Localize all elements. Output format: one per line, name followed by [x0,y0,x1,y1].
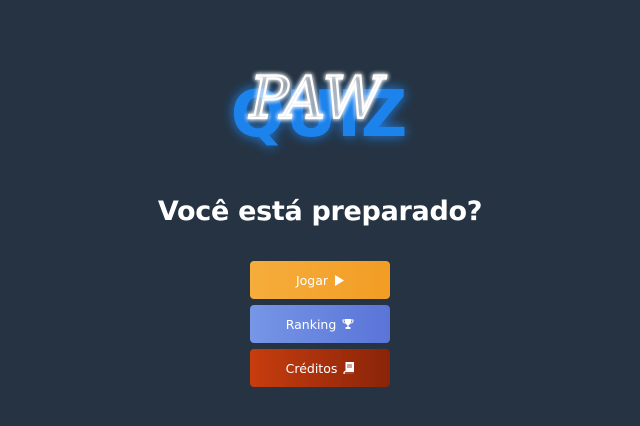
logo-script-text: PAW [249,64,387,132]
play-icon [334,274,345,286]
main-menu: Jogar Ranking Créditos [250,261,390,393]
credits-button[interactable]: Créditos [250,349,390,387]
credits-button-label: Créditos [285,360,338,376]
page-headline: Você está preparado? [157,196,483,227]
paw-quiz-logo: QUIZ PAW [231,36,408,152]
book-icon [343,362,355,374]
play-button-label: Jogar [295,272,329,288]
play-button[interactable]: Jogar [250,261,390,299]
trophy-icon [342,318,354,330]
ranking-button-label: Ranking [285,316,337,332]
ranking-button[interactable]: Ranking [250,305,390,343]
paw-quiz-logo-image: QUIZ PAW [231,63,408,152]
